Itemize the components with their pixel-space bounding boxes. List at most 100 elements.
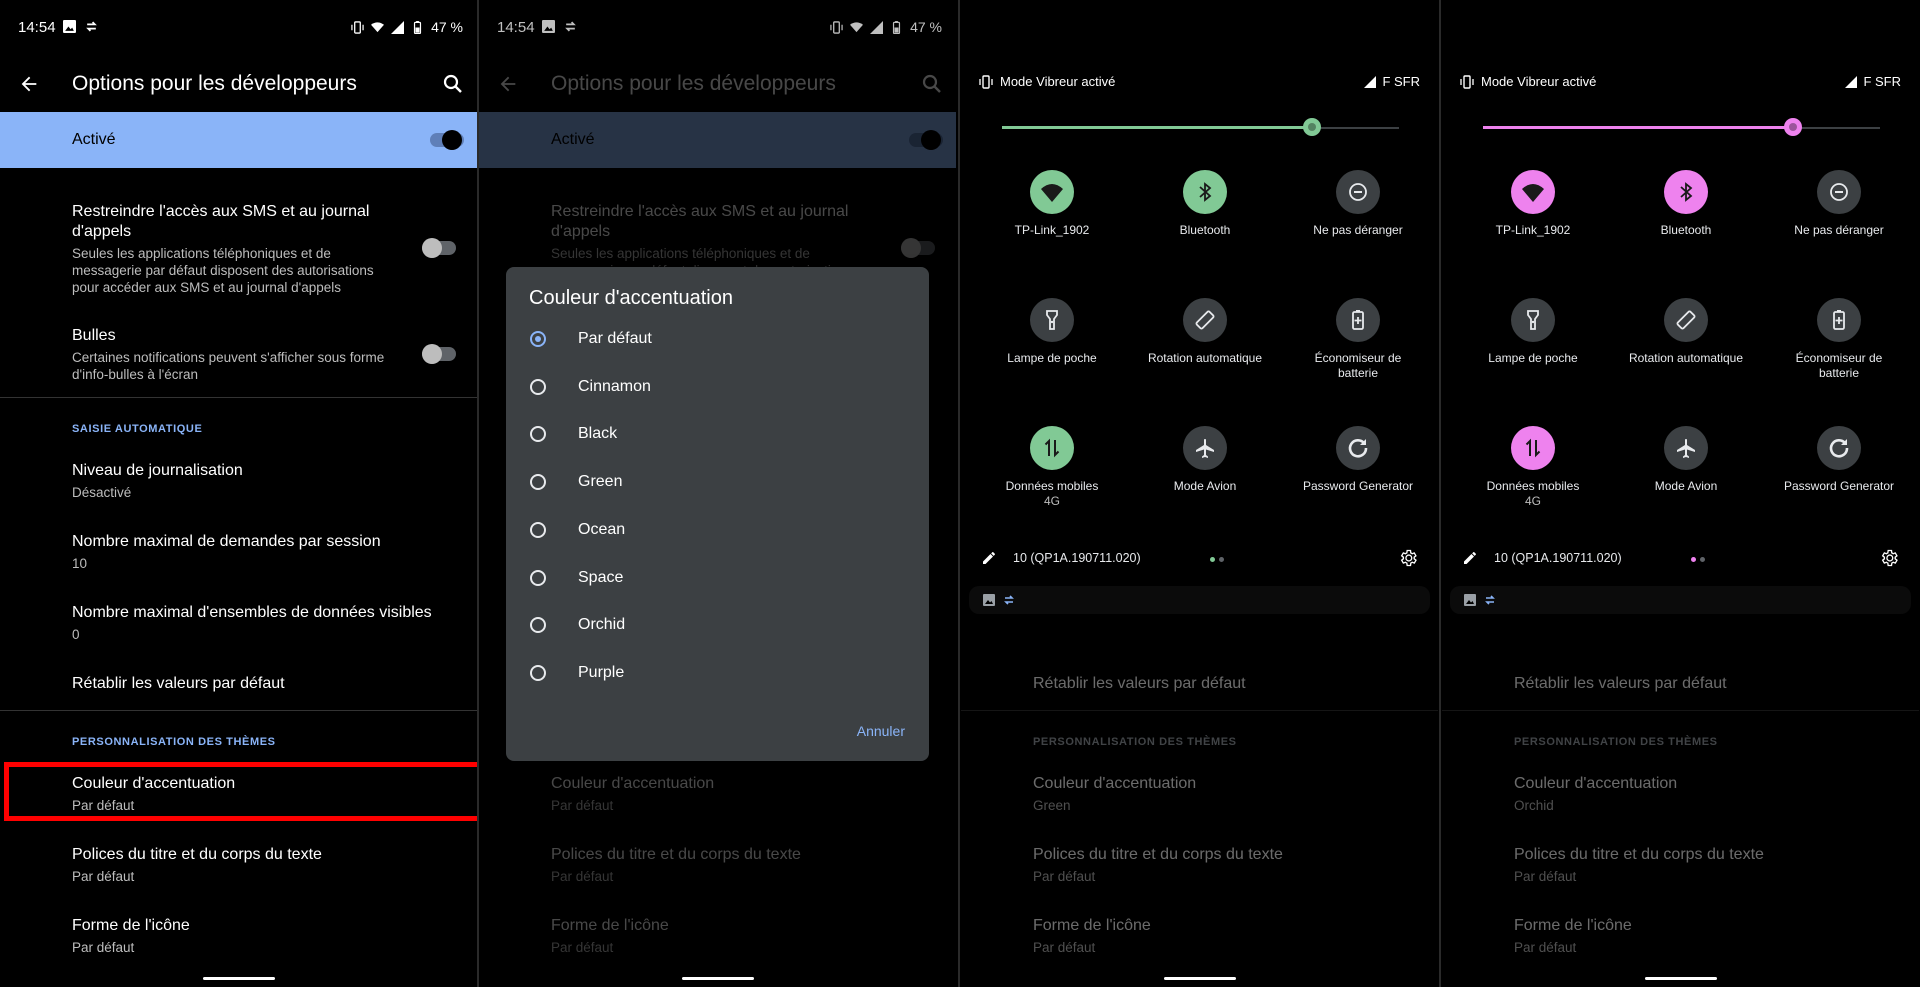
edit-pencil-icon[interactable]: [981, 550, 997, 566]
accent-option[interactable]: Cinnamon: [530, 372, 651, 402]
qs-tile[interactable]: Données mobiles 4G: [1468, 426, 1598, 508]
qs-tile[interactable]: Password Generator: [1774, 426, 1904, 494]
search-icon[interactable]: [441, 72, 465, 96]
gear-icon[interactable]: [1879, 548, 1899, 568]
cancel-button[interactable]: Annuler: [857, 723, 905, 739]
qs-tile-button[interactable]: [1336, 298, 1380, 342]
qs-tile-button[interactable]: [1336, 426, 1380, 470]
radio-button[interactable]: [530, 331, 546, 347]
radio-button[interactable]: [530, 426, 546, 443]
qs-tile[interactable]: Mode Avion: [1140, 426, 1270, 494]
qs-tile-label: Bluetooth: [1660, 223, 1712, 237]
home-indicator[interactable]: [202, 977, 275, 980]
divider: [0, 397, 477, 398]
accent-color-value: Green: [1033, 798, 1071, 813]
qs-tile-label: Rotation automatique: [1147, 351, 1263, 365]
vibrate-mode: Mode Vibreur activé: [979, 74, 1115, 89]
sms-restrict-item[interactable]: Restreindre l'accès aux SMS et au journa…: [72, 202, 387, 296]
back-arrow-icon[interactable]: [18, 73, 40, 95]
qs-tile[interactable]: Lampe de poche: [987, 298, 1117, 366]
qs-tile-button[interactable]: [1030, 170, 1074, 214]
accent-option[interactable]: Purple: [530, 658, 624, 688]
qs-tile[interactable]: TP-Link_1902: [1468, 170, 1598, 238]
bubbles-desc: Certaines notifications peuvent s'affich…: [72, 350, 385, 382]
home-indicator[interactable]: [1644, 977, 1717, 980]
qs-tile-button[interactable]: [1664, 426, 1708, 470]
qs-tile-button[interactable]: [1817, 426, 1861, 470]
qs-tile[interactable]: Rotation automatique: [1140, 298, 1270, 366]
qs-tile-button[interactable]: [1030, 426, 1074, 470]
brightness-thumb[interactable]: [1302, 117, 1322, 137]
qs-tile[interactable]: Économiseur de batterie: [1293, 298, 1423, 381]
gear-icon[interactable]: [1398, 548, 1418, 568]
bubbles-title: Bulles: [72, 327, 116, 344]
main-switch-bar[interactable]: Activé: [0, 112, 477, 168]
radio-button[interactable]: [530, 664, 546, 681]
reset-defaults-item: Rétablir les valeurs par défaut: [1033, 674, 1418, 694]
accent-option[interactable]: Par défaut: [530, 324, 652, 354]
qs-tile[interactable]: Lampe de poche: [1468, 298, 1598, 366]
gallery-icon: [63, 20, 76, 33]
qs-tile-label: Ne pas déranger: [1794, 223, 1884, 237]
qs-tile-label: Password Generator: [1302, 479, 1414, 493]
accent-option[interactable]: Green: [530, 467, 622, 497]
notification-strip[interactable]: [1450, 586, 1911, 614]
qs-tile[interactable]: Économiseur de batterie: [1774, 298, 1904, 381]
qs-tile-button[interactable]: [1664, 298, 1708, 342]
panel-divider: [958, 0, 960, 987]
fonts-item[interactable]: Polices du titre et du corps du texte Pa…: [72, 845, 457, 885]
qs-tile[interactable]: Mode Avion: [1621, 426, 1751, 494]
edit-pencil-icon[interactable]: [1462, 550, 1478, 566]
max-requests-item[interactable]: Nombre maximal de demandes par session 1…: [72, 532, 457, 572]
sms-restrict-title: Restreindre l'accès aux SMS et au journa…: [72, 203, 370, 240]
page-dots: [1210, 557, 1224, 562]
qs-tile-button[interactable]: [1511, 298, 1555, 342]
qs-tile-button[interactable]: [1183, 298, 1227, 342]
qs-tile[interactable]: Ne pas déranger: [1293, 170, 1423, 238]
qs-tile-button[interactable]: [1183, 426, 1227, 470]
home-indicator[interactable]: [1163, 977, 1236, 980]
airplane-icon: [1196, 439, 1214, 458]
qs-tile[interactable]: Password Generator: [1293, 426, 1423, 494]
accent-option[interactable]: Ocean: [530, 515, 625, 545]
bluetooth-icon: [1199, 182, 1212, 202]
accent-option[interactable]: Orchid: [530, 610, 625, 640]
bubbles-item[interactable]: Bulles Certaines notifications peuvent s…: [72, 326, 387, 383]
qs-tile-button[interactable]: [1664, 170, 1708, 214]
reset-defaults-item[interactable]: Rétablir les valeurs par défaut: [72, 674, 457, 694]
radio-button[interactable]: [530, 474, 546, 491]
qs-tile-label: Données mobiles: [1005, 479, 1099, 493]
radio-button[interactable]: [530, 569, 546, 586]
qs-tile-button[interactable]: [1817, 170, 1861, 214]
sync-icon: [86, 21, 97, 32]
flashlight-icon: [1527, 310, 1539, 330]
qs-footer: 10 (QP1A.190711.020): [1462, 548, 1899, 570]
notification-strip[interactable]: [969, 586, 1430, 614]
radio-button[interactable]: [530, 521, 546, 538]
carrier: F SFR: [1845, 74, 1901, 89]
sync-icon: [1004, 595, 1014, 605]
qs-tile[interactable]: Ne pas déranger: [1774, 170, 1904, 238]
qs-tile[interactable]: TP-Link_1902: [987, 170, 1117, 238]
log-level-item[interactable]: Niveau de journalisation Désactivé: [72, 461, 457, 501]
brightness-thumb[interactable]: [1783, 117, 1803, 137]
qs-tile-button[interactable]: [1183, 170, 1227, 214]
qs-tile-button[interactable]: [1511, 170, 1555, 214]
icon-shape-item[interactable]: Forme de l'icône Par défaut: [72, 916, 457, 956]
qs-tile[interactable]: Bluetooth: [1140, 170, 1270, 238]
home-indicator[interactable]: [681, 977, 754, 980]
qs-tile[interactable]: Bluetooth: [1621, 170, 1751, 238]
qs-tile-button[interactable]: [1817, 298, 1861, 342]
radio-button[interactable]: [530, 378, 546, 395]
accent-option[interactable]: Black: [530, 419, 617, 449]
qs-tile-button[interactable]: [1336, 170, 1380, 214]
qs-tile[interactable]: Données mobiles 4G: [987, 426, 1117, 508]
qs-tile-button[interactable]: [1030, 298, 1074, 342]
radio-button[interactable]: [530, 617, 546, 634]
max-datasets-item[interactable]: Nombre maximal d'ensembles de données vi…: [72, 603, 457, 643]
qs-tile-sublabel: 4G: [1043, 494, 1060, 508]
qs-tile-button[interactable]: [1511, 426, 1555, 470]
qs-tile[interactable]: Rotation automatique: [1621, 298, 1751, 366]
qs-tile-label: Économiseur de batterie: [1795, 351, 1883, 380]
accent-option[interactable]: Space: [530, 563, 623, 593]
